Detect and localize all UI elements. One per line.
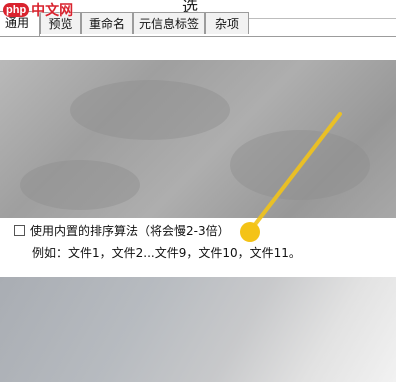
tab-misc[interactable]: 杂项 [205, 12, 249, 34]
sort-example-text: 例如：文件1，文件2...文件9，文件10，文件11。 [32, 246, 301, 260]
logo-text: 中文网 [31, 2, 74, 18]
sort-algorithm-option[interactable]: 使用内置的排序算法（将会慢2-3倍） [14, 222, 230, 238]
watermark-logo: php 中文网 [3, 0, 73, 21]
tab-metadata-tags[interactable]: 元信息标签 [133, 12, 205, 34]
sort-algorithm-label: 使用内置的排序算法（将会慢2-3倍） [30, 223, 230, 238]
tab-rename[interactable]: 重命名 [81, 12, 133, 34]
blurred-region-top [0, 60, 396, 218]
sort-algorithm-checkbox[interactable] [14, 224, 25, 236]
logo-badge: php [3, 3, 30, 17]
blurred-region-bottom [0, 277, 396, 382]
annotation-dot [240, 222, 260, 242]
